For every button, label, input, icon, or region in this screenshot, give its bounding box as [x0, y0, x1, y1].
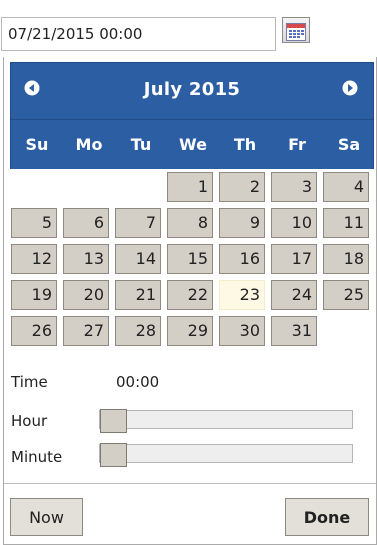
datepicker-popup: July 2015 Su Mo Tu We Th Fr Sa 123456789…	[3, 57, 377, 545]
now-button[interactable]: Now	[10, 498, 83, 536]
circle-arrow-right-icon	[342, 80, 358, 96]
day-cell-27[interactable]: 27	[63, 316, 109, 346]
month-title: July 2015	[143, 79, 241, 100]
weekday-label: We	[179, 135, 207, 154]
calendar-header: July 2015	[10, 62, 374, 120]
weekday-header-row: Su Mo Tu We Th Fr Sa	[10, 120, 374, 169]
datetime-input[interactable]	[1, 17, 276, 51]
calendar-icon	[286, 22, 306, 41]
day-cell-11[interactable]: 11	[323, 208, 369, 238]
day-cell-14[interactable]: 14	[115, 244, 161, 274]
day-cell-4[interactable]: 4	[323, 172, 369, 202]
day-cell-31[interactable]: 31	[271, 316, 317, 346]
weekday-label: Mo	[75, 135, 103, 154]
day-cell-26[interactable]: 26	[11, 316, 57, 346]
calendar-trigger-button[interactable]	[282, 17, 310, 43]
weekday-label: Sa	[337, 135, 361, 154]
weekday-label: Su	[25, 135, 49, 154]
weekday-label: Fr	[288, 135, 306, 154]
day-cell-18[interactable]: 18	[323, 244, 369, 274]
day-cell-23[interactable]: 23	[219, 280, 265, 310]
day-cell-12[interactable]: 12	[11, 244, 57, 274]
day-grid: 1 2 3 4 5 6 7 8 9 10 11 12 13 14 15 16 17 18 19 20 21 22 23 24 2…	[10, 172, 374, 352]
minute-slider-handle[interactable]	[100, 443, 127, 467]
day-cell-22[interactable]: 22	[167, 280, 213, 310]
day-cell-10[interactable]: 10	[271, 208, 317, 238]
time-label: Time	[11, 373, 48, 391]
day-cell-3[interactable]: 3	[271, 172, 317, 202]
minute-label: Minute	[11, 448, 63, 466]
day-cell-13[interactable]: 13	[63, 244, 109, 274]
day-cell-21[interactable]: 21	[115, 280, 161, 310]
day-cell-1[interactable]: 1	[167, 172, 213, 202]
hour-label: Hour	[11, 412, 48, 430]
day-cell-20[interactable]: 20	[63, 280, 109, 310]
day-cell-17[interactable]: 17	[271, 244, 317, 274]
weekday-label: Th	[233, 135, 257, 154]
day-cell-15[interactable]: 15	[167, 244, 213, 274]
weekday-label: Tu	[130, 135, 152, 154]
done-button[interactable]: Done	[285, 498, 369, 536]
day-cell-8[interactable]: 8	[167, 208, 213, 238]
day-cell-2[interactable]: 2	[219, 172, 265, 202]
day-cell-25[interactable]: 25	[323, 280, 369, 310]
day-cell-24[interactable]: 24	[271, 280, 317, 310]
day-cell-28[interactable]: 28	[115, 316, 161, 346]
day-cell-19[interactable]: 19	[11, 280, 57, 310]
hour-slider-handle[interactable]	[100, 409, 127, 433]
time-value: 00:00	[116, 373, 160, 391]
next-month-button[interactable]	[339, 77, 361, 99]
day-cell-9[interactable]: 9	[219, 208, 265, 238]
button-pane: Now Done	[4, 483, 376, 536]
minute-slider[interactable]	[99, 443, 353, 467]
hour-slider[interactable]	[99, 409, 353, 433]
day-cell-29[interactable]: 29	[167, 316, 213, 346]
day-cell-6[interactable]: 6	[63, 208, 109, 238]
day-cell-16[interactable]: 16	[219, 244, 265, 274]
day-cell-7[interactable]: 7	[115, 208, 161, 238]
day-cell-30[interactable]: 30	[219, 316, 265, 346]
day-cell-5[interactable]: 5	[11, 208, 57, 238]
